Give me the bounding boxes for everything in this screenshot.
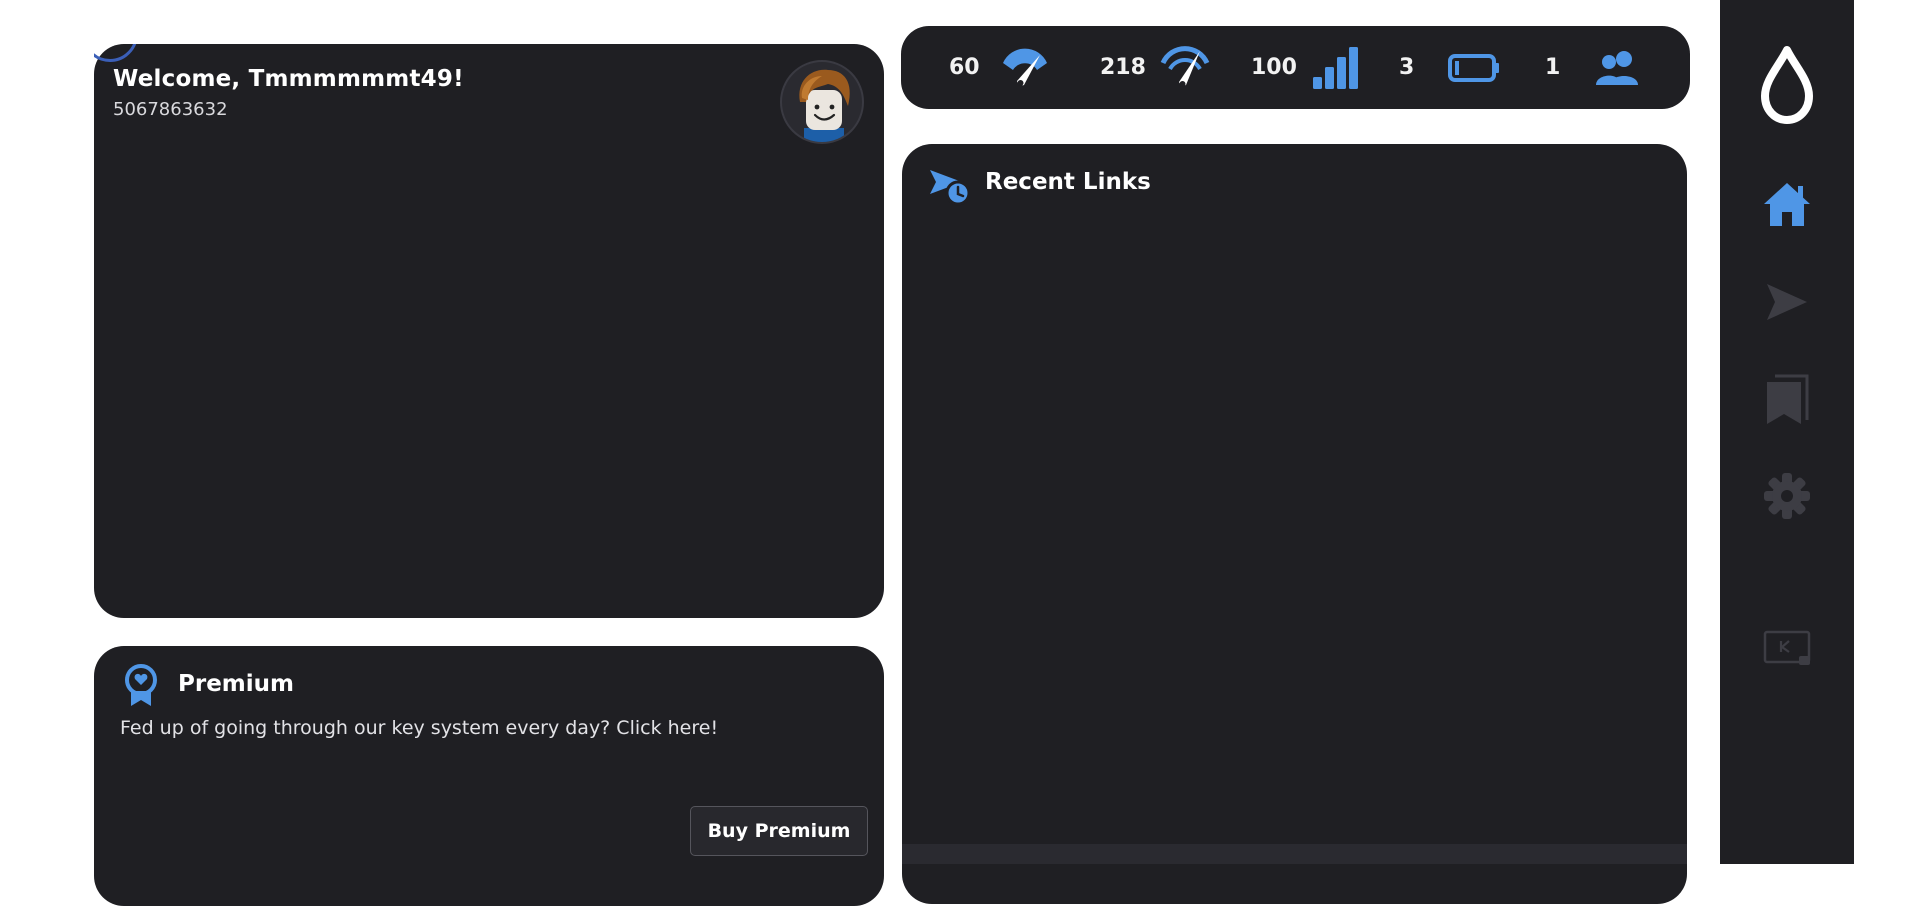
stat-value: 100 [1251, 55, 1297, 80]
award-ribbon-icon [122, 664, 160, 712]
corner-decoration [94, 44, 138, 62]
stat-value: 60 [949, 55, 980, 80]
speedometer-icon [1160, 45, 1210, 91]
gear-icon[interactable] [1720, 472, 1854, 520]
premium-title: Premium [178, 671, 294, 697]
bookmark-icon[interactable] [1720, 374, 1854, 426]
signal-bars-icon [1311, 45, 1361, 91]
send-icon[interactable] [1720, 282, 1854, 322]
stat-fps: 60 [949, 26, 1050, 109]
stats-bar: 60 218 100 3 1 [901, 26, 1690, 109]
buy-premium-button[interactable]: Buy Premium [690, 806, 868, 856]
welcome-card: Welcome, Tmmmmmmt49! 5067863632 [94, 44, 884, 618]
recent-links-title: Recent Links [985, 169, 1151, 195]
users-icon [1594, 45, 1644, 91]
welcome-title: Welcome, Tmmmmmmt49! [113, 66, 464, 92]
stat-value: 218 [1100, 55, 1146, 80]
key-screen-icon[interactable] [1720, 630, 1854, 666]
avatar[interactable] [780, 60, 864, 144]
user-id: 5067863632 [113, 99, 228, 120]
sidebar [1720, 0, 1854, 864]
stat-ping: 218 [1100, 26, 1210, 109]
battery-icon [1448, 45, 1500, 91]
avatar-image [799, 69, 850, 142]
droplet-logo-icon[interactable] [1720, 44, 1854, 124]
premium-description: Fed up of going through our key system e… [120, 717, 719, 739]
recent-links-card: Recent Links [902, 144, 1687, 904]
stat-value: 3 [1399, 55, 1415, 80]
stat-players: 1 [1545, 26, 1644, 109]
stat-battery: 3 [1399, 26, 1500, 109]
stat-signal: 100 [1251, 26, 1361, 109]
stat-value: 1 [1545, 55, 1561, 80]
send-clock-icon [928, 166, 971, 210]
premium-card: Premium Fed up of going through our key … [94, 646, 884, 906]
speedometer-icon [1000, 45, 1050, 91]
recent-links-footer [902, 844, 1687, 864]
home-icon[interactable] [1720, 180, 1854, 228]
